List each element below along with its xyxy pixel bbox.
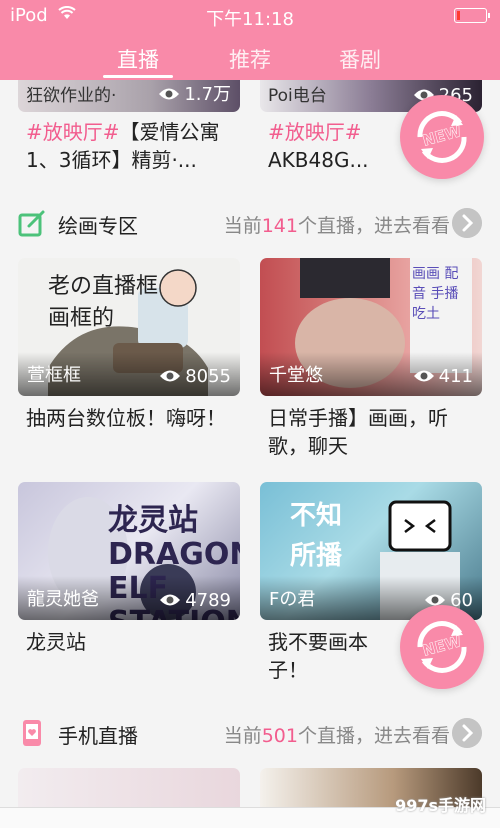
section-title: 绘画专区 xyxy=(58,214,138,238)
thumb-caption: Poi电台 xyxy=(268,86,327,106)
status-bar: iPod 下午11:18 xyxy=(0,0,500,32)
section-header-mobile[interactable]: 手机直播 当前501个直播，进去看看 xyxy=(0,706,500,760)
view-count: 4789 xyxy=(159,590,231,611)
live-title[interactable]: #放映厅# AKB48G... xyxy=(268,118,418,174)
view-count-value: 411 xyxy=(438,366,473,387)
live-count: 141 xyxy=(261,215,298,237)
more-suffix: 个直播，进去看看 xyxy=(297,725,450,747)
tab-live[interactable]: 直播 xyxy=(98,44,178,74)
view-count-value: 1.7万 xyxy=(184,84,231,105)
clock: 下午11:18 xyxy=(206,9,294,30)
live-title[interactable]: 龙灵站 xyxy=(26,628,226,656)
mobile-section-icon xyxy=(23,720,41,746)
live-feed[interactable]: 狂欲作业的· 1.7万 #放映厅#【爱情公寓1、3循环】精剪·... Poi电台… xyxy=(0,80,500,827)
eye-icon xyxy=(160,370,181,382)
view-count: 1.7万 xyxy=(158,80,231,106)
live-title[interactable]: 日常手播】画画，听歌，聊天 xyxy=(268,404,478,460)
live-thumbnail[interactable]: 狂欲作业的· 1.7万 xyxy=(18,80,240,112)
streamer-name: 龍灵她爸 xyxy=(27,589,99,610)
drawing-section-icon xyxy=(18,210,45,237)
live-title-text: AKB48G... xyxy=(268,148,369,172)
thumb-caption: 不知 所播 xyxy=(290,501,343,571)
top-tab-bar: 直播 推荐 番剧 xyxy=(0,32,500,80)
live-thumbnail[interactable]: 老の直播框 画框的 萱框框 8055 xyxy=(18,258,240,396)
live-tag: #放映厅# xyxy=(26,120,120,144)
active-tab-indicator xyxy=(103,75,173,78)
streamer-name: 萱框框 xyxy=(27,365,81,386)
battery-icon xyxy=(454,8,490,23)
eye-icon xyxy=(160,594,181,606)
section-more-link[interactable]: 当前501个直播，进去看看 xyxy=(224,721,450,748)
more-prefix: 当前 xyxy=(223,215,262,237)
tab-anime[interactable]: 番剧 xyxy=(320,44,400,74)
thumb-caption: 老の直播框 画框的 xyxy=(48,274,159,331)
tab-recommend[interactable]: 推荐 xyxy=(210,44,290,74)
streamer-name: Fの君 xyxy=(269,589,316,610)
thumb-caption: 画画 配音 手播 吃土 xyxy=(412,266,459,322)
refresh-new-button[interactable]: NEW xyxy=(400,95,484,179)
more-prefix: 当前 xyxy=(223,725,262,747)
live-title[interactable]: 抽两台数位板！嗨呀！ xyxy=(26,404,226,432)
thumb-caption: 狂欲作业的· xyxy=(26,86,117,106)
streamer-name: 千堂悠 xyxy=(269,365,323,386)
chevron-right-icon[interactable] xyxy=(452,208,482,238)
live-title[interactable]: #放映厅#【爱情公寓1、3循环】精剪·... xyxy=(26,118,240,174)
live-thumbnail[interactable]: 不知 所播 Fの君 60 xyxy=(260,482,482,620)
view-count-value: 4789 xyxy=(185,590,231,611)
view-count: 411 xyxy=(413,366,473,387)
section-title: 手机直播 xyxy=(58,724,138,748)
live-thumbnail[interactable]: 龙灵站 DRAGON ELF STATION 龍灵她爸 4789 xyxy=(18,482,240,620)
live-thumbnail[interactable]: 画画 配音 手播 吃土 千堂悠 411 xyxy=(260,258,482,396)
chevron-right-icon[interactable] xyxy=(452,718,482,748)
view-count: 8055 xyxy=(159,366,231,387)
refresh-new-button[interactable]: NEW xyxy=(400,605,484,689)
more-suffix: 个直播，进去看看 xyxy=(297,215,450,237)
section-more-link[interactable]: 当前141个直播，进去看看 xyxy=(224,211,450,238)
view-count-value: 8055 xyxy=(185,366,231,387)
section-header-drawing[interactable]: 绘画专区 当前141个直播，进去看看 xyxy=(0,196,500,250)
live-tag: #放映厅# xyxy=(268,120,362,144)
eye-icon xyxy=(159,88,180,100)
eye-icon xyxy=(413,370,434,382)
live-title[interactable]: 我不要画本子！ xyxy=(268,628,398,684)
watermark: 997s手游网 xyxy=(395,796,486,815)
live-count: 501 xyxy=(261,725,298,747)
